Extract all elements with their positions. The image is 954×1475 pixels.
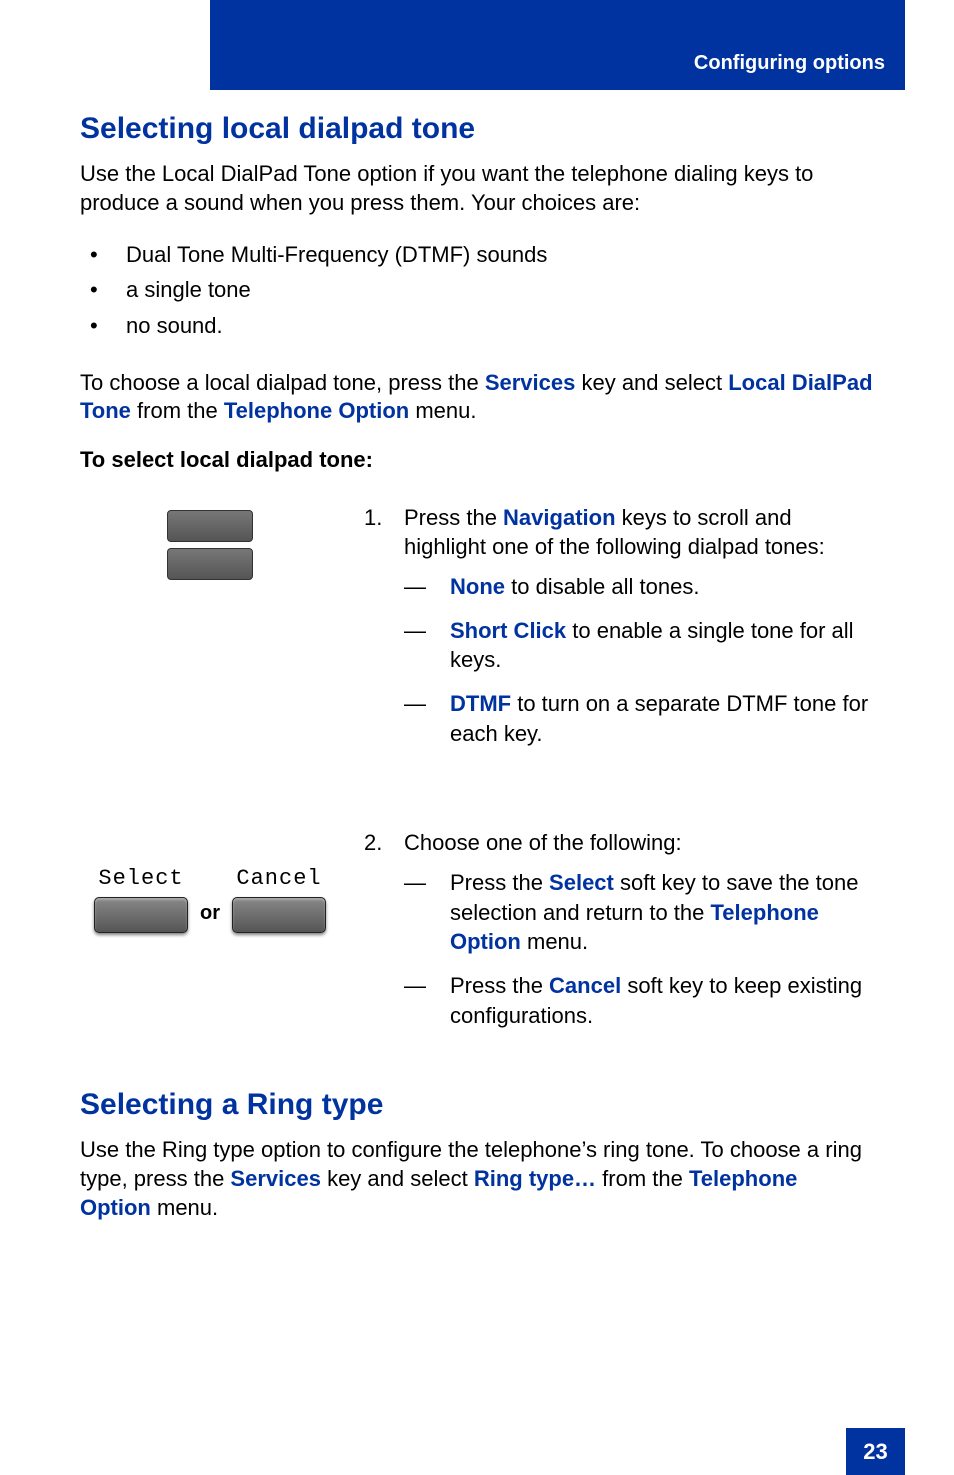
section-title-ring: Selecting a Ring type (80, 1088, 874, 1122)
telephone-option-link: Telephone Option (224, 398, 409, 423)
text: from the (596, 1166, 689, 1191)
services-link: Services (485, 370, 576, 395)
header-band: Configuring options (210, 0, 905, 90)
step1-text: 1. Press the Navigation keys to scroll a… (364, 503, 874, 771)
text: Press the (404, 505, 503, 530)
step-number: 1. (364, 503, 382, 533)
task-label: To select local dialpad tone: (80, 446, 874, 475)
select-softkey-group: Select (94, 866, 188, 933)
choices-list: Dual Tone Multi-Frequency (DTMF) sounds … (80, 237, 874, 343)
procedure-row-2: Select or Cancel 2. Choose one of the fo… (80, 828, 874, 1052)
to-choose-paragraph: To choose a local dialpad tone, press th… (80, 369, 874, 426)
services-link: Services (230, 1166, 321, 1191)
list-item: no sound. (80, 308, 874, 343)
list-item: a single tone (80, 272, 874, 307)
section-ring-type: Selecting a Ring type Use the Ring type … (80, 1088, 874, 1222)
cancel-softkey-group: Cancel (232, 866, 326, 933)
text: menu. (521, 929, 588, 954)
section-title-dialpad: Selecting local dialpad tone (80, 112, 874, 146)
select-softkey-icon (94, 897, 188, 933)
page-number-value: 23 (863, 1439, 887, 1465)
text: menu. (151, 1195, 218, 1220)
header-label: Configuring options (694, 52, 885, 75)
none-link: None (450, 574, 505, 599)
text: To choose a local dialpad tone, press th… (80, 370, 485, 395)
step-number: 2. (364, 828, 382, 858)
ring-type-link: Ring type… (474, 1166, 596, 1191)
text: key and select (321, 1166, 474, 1191)
step-item: 1. Press the Navigation keys to scroll a… (364, 503, 874, 749)
text: to disable all tones. (505, 574, 699, 599)
text: Press the (450, 870, 549, 895)
select-softkey-label: Select (98, 866, 183, 891)
navigation-link: Navigation (503, 505, 615, 530)
nav-down-key-icon (167, 548, 253, 580)
dtmf-link: DTMF (450, 691, 511, 716)
text: Press the (450, 973, 549, 998)
cancel-softkey-icon (232, 897, 326, 933)
page-number: 23 (846, 1428, 905, 1475)
procedure-row-1: 1. Press the Navigation keys to scroll a… (80, 503, 874, 771)
cancel-softkey-label: Cancel (236, 866, 321, 891)
nav-keys-graphic (80, 503, 340, 771)
intro-paragraph: Use the Local DialPad Tone option if you… (80, 160, 874, 217)
nav-up-key-icon (167, 510, 253, 542)
text: to turn on a separate DTMF tone for each… (450, 691, 868, 746)
ring-paragraph: Use the Ring type option to configure th… (80, 1136, 874, 1222)
step-item: 2. Choose one of the following: Press th… (364, 828, 874, 1030)
step2-text: 2. Choose one of the following: Press th… (364, 828, 874, 1052)
or-label: or (200, 902, 220, 933)
option-item: DTMF to turn on a separate DTMF tone for… (404, 689, 874, 748)
select-link: Select (549, 870, 614, 895)
short-click-link: Short Click (450, 618, 566, 643)
text: key and select (575, 370, 728, 395)
page-content: Selecting local dialpad tone Use the Loc… (80, 112, 874, 1242)
option-item: Press the Select soft key to save the to… (404, 868, 874, 957)
list-item: Dual Tone Multi-Frequency (DTMF) sounds (80, 237, 874, 272)
softkeys-graphic: Select or Cancel (80, 828, 340, 1052)
option-item: Press the Cancel soft key to keep existi… (404, 971, 874, 1030)
option-item: None to disable all tones. (404, 572, 874, 602)
text: menu. (409, 398, 476, 423)
text: from the (131, 398, 224, 423)
text: Choose one of the following: (404, 830, 682, 855)
option-item: Short Click to enable a single tone for … (404, 616, 874, 675)
cancel-link: Cancel (549, 973, 621, 998)
